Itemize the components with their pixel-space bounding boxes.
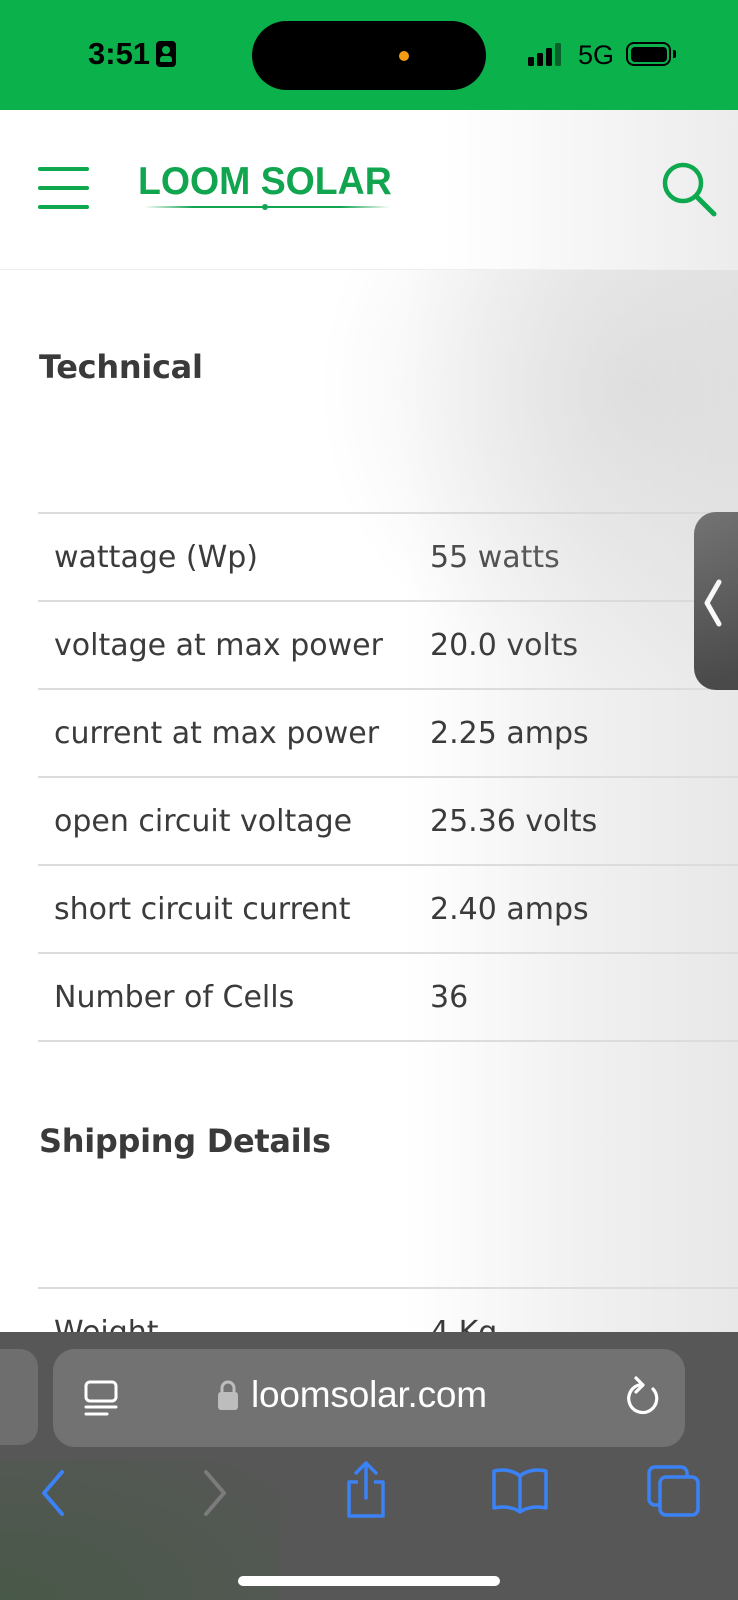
browser-toolbar <box>0 1461 738 1544</box>
reader-mode-icon[interactable] <box>83 1379 119 1419</box>
logo-dot <box>262 204 268 210</box>
status-time: 3:51 <box>88 36 177 72</box>
table-row: short circuit current 2.40 amps <box>38 866 738 954</box>
status-bar: 3:51 5G <box>0 0 738 110</box>
lock-icon <box>218 1380 238 1410</box>
spec-label: Weight <box>54 1314 159 1333</box>
table-row: open circuit voltage 25.36 volts <box>38 778 738 866</box>
spec-label: current at max power <box>54 715 380 751</box>
battery-icon <box>626 42 676 66</box>
forward-icon[interactable] <box>198 1468 230 1518</box>
spec-label: voltage at max power <box>54 627 383 663</box>
side-panel-toggle[interactable] <box>694 512 738 690</box>
address-bar[interactable]: loomsolar.com <box>53 1349 685 1447</box>
spec-value: 4 Kg <box>430 1314 498 1333</box>
hamburger-menu-icon[interactable] <box>38 167 89 209</box>
table-row: voltage at max power 20.0 volts <box>38 602 738 690</box>
spec-value: 25.36 volts <box>430 803 598 839</box>
table-row: Number of Cells 36 <box>38 954 738 1042</box>
spec-value: 2.40 amps <box>430 891 589 927</box>
privacy-indicator-dot <box>399 51 409 61</box>
product-specs: Technical wattage (Wp) 55 watts voltage … <box>0 270 738 1332</box>
site-header: LOOM SOLAR <box>0 110 738 270</box>
spec-label: wattage (Wp) <box>54 539 258 575</box>
table-row: wattage (Wp) 55 watts <box>38 514 738 602</box>
network-type: 5G <box>578 40 615 70</box>
shipping-details-title: Shipping Details <box>39 1122 331 1160</box>
search-icon[interactable] <box>660 160 718 218</box>
shipping-table: Weight 4 Kg <box>38 1287 738 1332</box>
spec-label: short circuit current <box>54 891 351 927</box>
home-indicator[interactable] <box>238 1576 500 1586</box>
spec-value: 2.25 amps <box>430 715 589 751</box>
site-logo[interactable]: LOOM SOLAR <box>138 162 396 212</box>
cellular-signal-icon <box>528 42 561 66</box>
technical-title: Technical <box>39 348 203 386</box>
share-icon[interactable] <box>343 1460 389 1520</box>
status-time-text: 3:51 <box>88 36 151 71</box>
back-icon[interactable] <box>38 1468 70 1518</box>
url-text: loomsolar.com <box>251 1374 487 1415</box>
reload-icon[interactable] <box>623 1375 663 1419</box>
table-row: Weight 4 Kg <box>38 1289 738 1333</box>
spec-label: Number of Cells <box>54 979 295 1015</box>
spec-value: 55 watts <box>430 539 560 575</box>
spec-value: 20.0 volts <box>430 627 579 663</box>
table-row: current at max power 2.25 amps <box>38 690 738 778</box>
chevron-left-icon <box>704 579 722 627</box>
technical-table: wattage (Wp) 55 watts voltage at max pow… <box>38 512 738 1042</box>
logo-text: LOOM SOLAR <box>138 160 392 203</box>
spec-value: 36 <box>430 979 469 1015</box>
browser-chrome: loomsolar.com <box>0 1332 738 1600</box>
dynamic-island <box>252 21 486 90</box>
contact-card-icon <box>156 41 177 67</box>
bookmarks-icon[interactable] <box>491 1466 549 1514</box>
previous-tab-preview[interactable] <box>0 1349 38 1445</box>
url-display[interactable]: loomsolar.com <box>217 1374 487 1416</box>
spec-label: open circuit voltage <box>54 803 353 839</box>
tabs-icon[interactable] <box>646 1464 702 1518</box>
